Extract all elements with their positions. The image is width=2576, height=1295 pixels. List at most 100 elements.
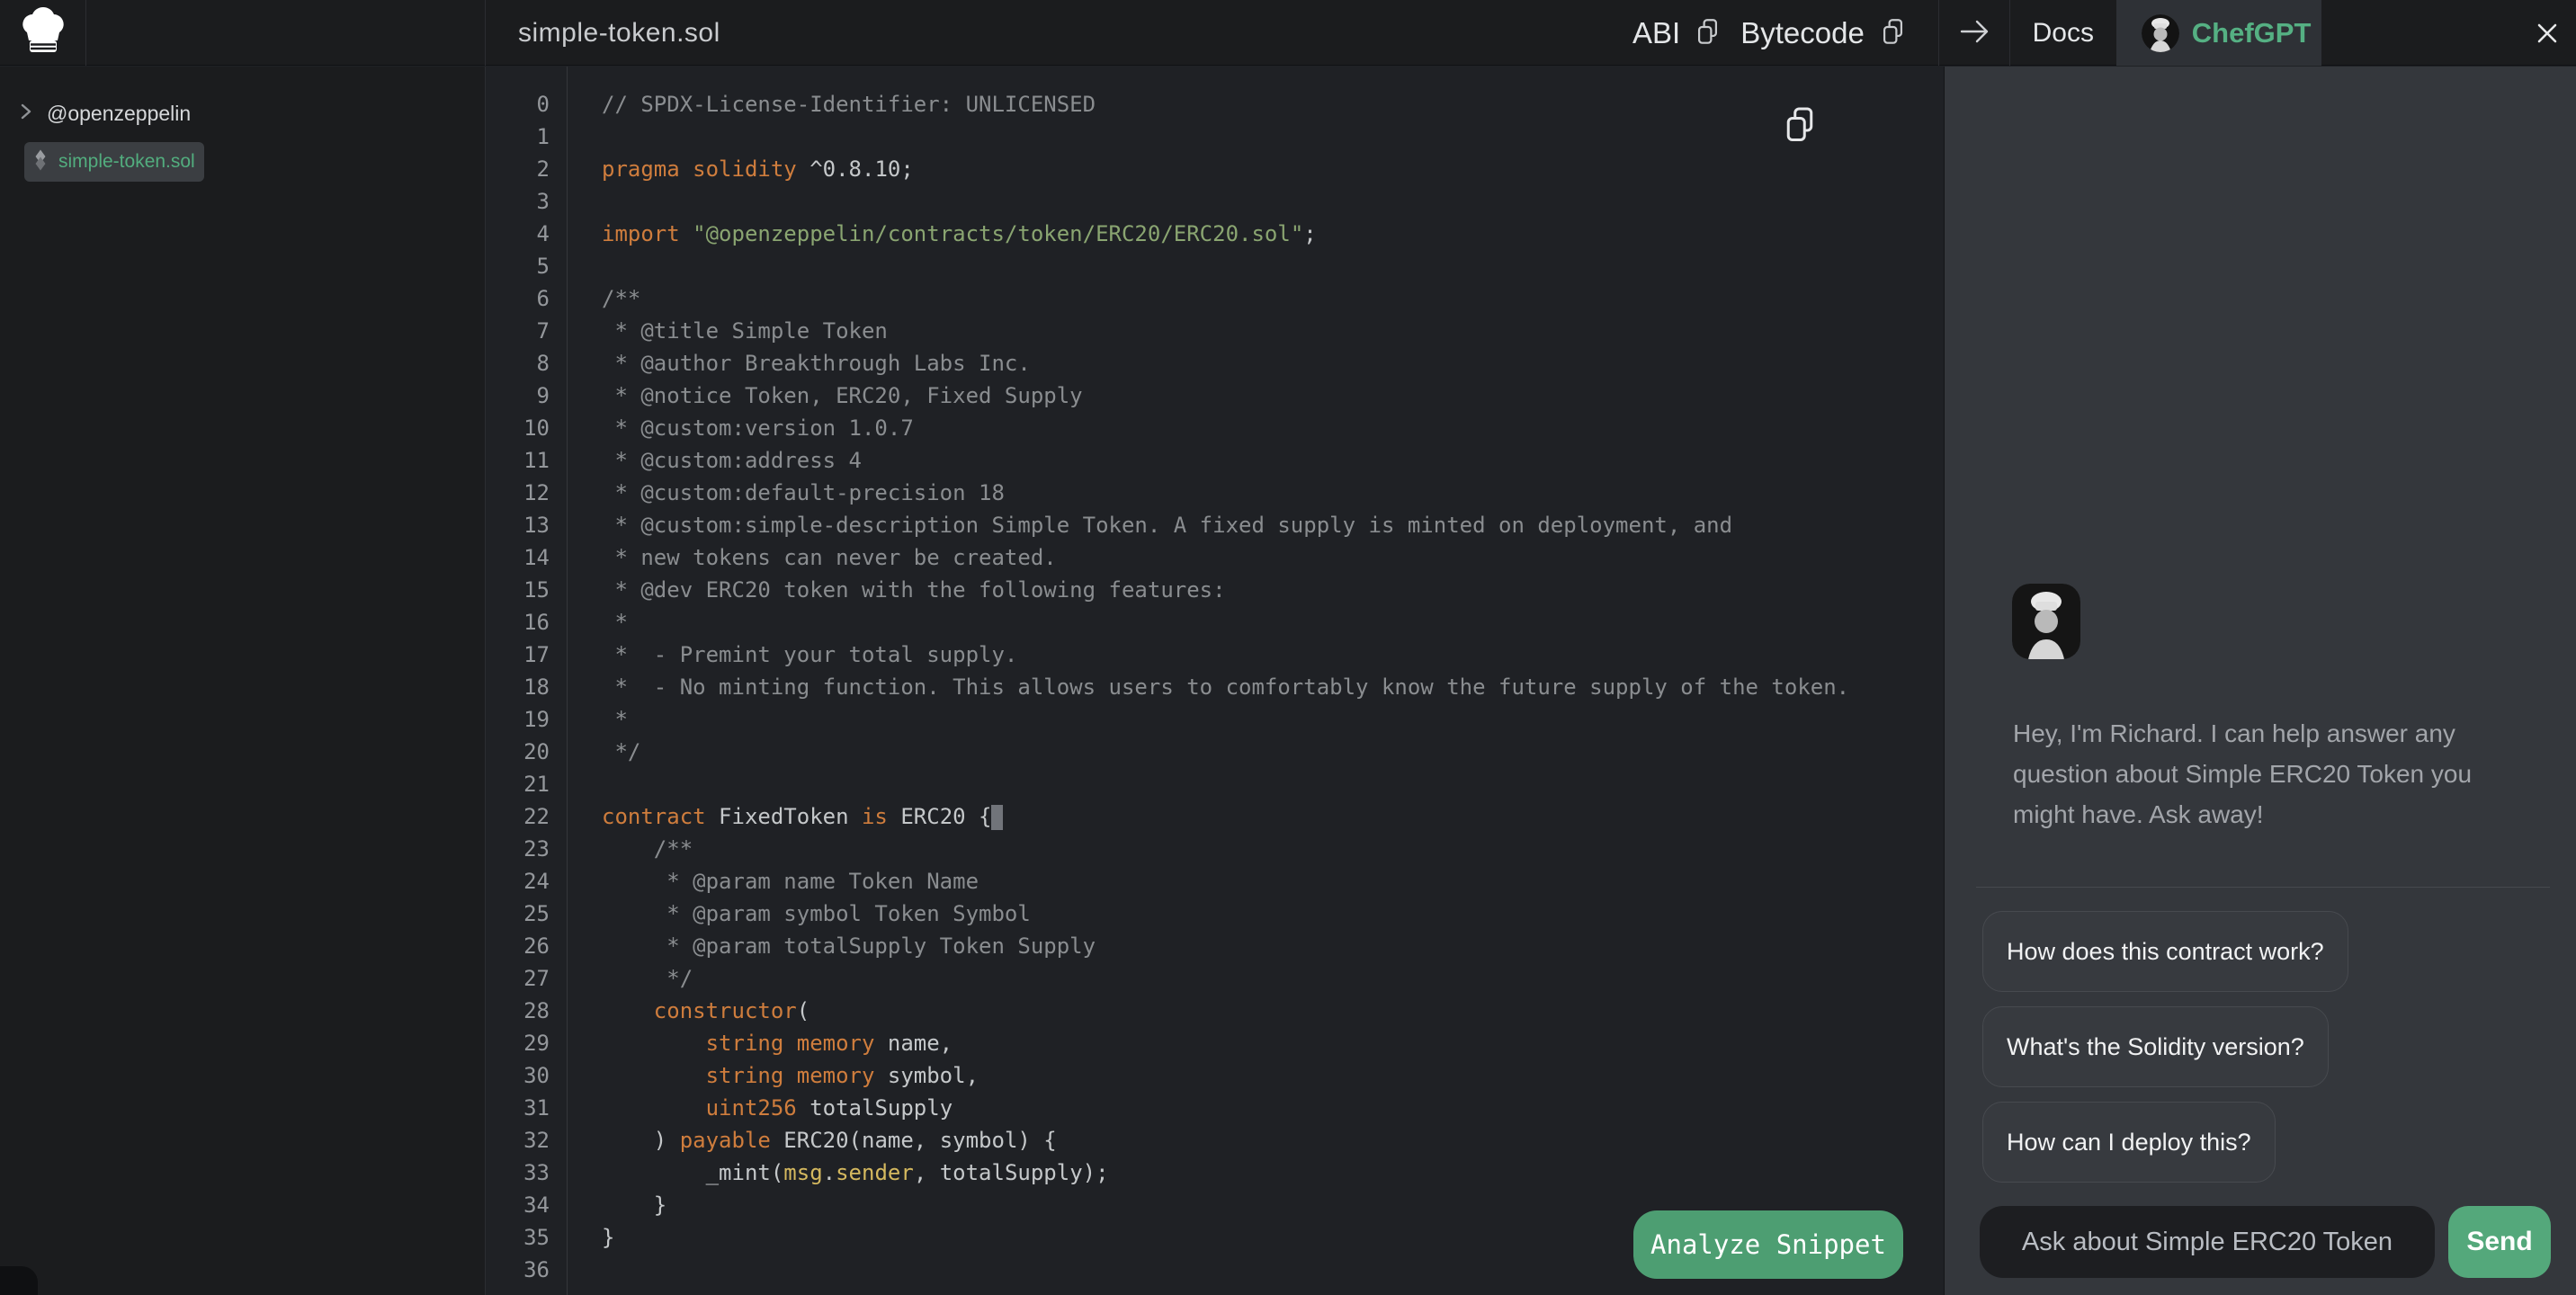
- divider: [1938, 0, 1939, 66]
- suggestion-chip[interactable]: What's the Solidity version?: [1982, 1006, 2329, 1087]
- code-line[interactable]: 27 */: [487, 962, 1944, 995]
- app-logo[interactable]: [0, 0, 86, 66]
- richard-avatar: [2012, 584, 2080, 659]
- line-number: 10: [487, 415, 550, 441]
- folder-label: @openzeppelin: [47, 102, 191, 126]
- text-cursor: [991, 805, 1003, 830]
- arrow-right-icon: [1957, 14, 1991, 51]
- line-number: 36: [487, 1257, 550, 1282]
- line-number: 14: [487, 545, 550, 570]
- analyze-snippet-button[interactable]: Analyze Snippet: [1633, 1210, 1903, 1279]
- code-line[interactable]: 14 * new tokens can never be created.: [487, 541, 1944, 574]
- code-line[interactable]: 22contract FixedToken is ERC20 {: [487, 800, 1944, 833]
- code-line[interactable]: 6/**: [487, 282, 1944, 315]
- suggestion-chip[interactable]: How does this contract work?: [1982, 911, 2348, 992]
- file-label: simple-token.sol: [58, 151, 195, 173]
- code-line[interactable]: 23 /**: [487, 833, 1944, 865]
- sidebar-item-openzeppelin[interactable]: @openzeppelin: [18, 96, 191, 130]
- line-number: 8: [487, 351, 550, 376]
- tab-docs[interactable]: Docs: [2010, 0, 2116, 66]
- code-line[interactable]: 25 * @param symbol Token Symbol: [487, 898, 1944, 930]
- code-line[interactable]: 33 _mint(msg.sender, totalSupply);: [487, 1157, 1944, 1189]
- code-line[interactable]: 1: [487, 121, 1944, 153]
- code-line[interactable]: 8 * @author Breakthrough Labs Inc.: [487, 347, 1944, 380]
- chat-input-row: Send: [1945, 1206, 2576, 1278]
- line-number: 9: [487, 383, 550, 408]
- code-line[interactable]: 5: [487, 250, 1944, 282]
- code-line[interactable]: 7 * @title Simple Token: [487, 315, 1944, 347]
- solidity-file-icon: [30, 147, 51, 178]
- line-number: 28: [487, 998, 550, 1023]
- tab-chefgpt[interactable]: ChefGPT: [2116, 0, 2321, 66]
- chevron-right-icon: [18, 102, 34, 126]
- line-number: 29: [487, 1031, 550, 1056]
- code-line[interactable]: 26 * @param totalSupply Token Supply: [487, 930, 1944, 962]
- open-panel-button[interactable]: [1957, 14, 1991, 51]
- line-number: 24: [487, 869, 550, 894]
- line-number: 12: [487, 480, 550, 505]
- chef-hat-icon: [15, 6, 71, 59]
- code-line[interactable]: 0// SPDX-License-Identifier: UNLICENSED: [487, 88, 1944, 121]
- line-number: 0: [487, 92, 550, 117]
- top-bar: simple-token.sol ABI Bytecode: [0, 0, 2576, 66]
- code-line[interactable]: 29 string memory name,: [487, 1027, 1944, 1059]
- code-line[interactable]: 16 *: [487, 606, 1944, 639]
- code-line[interactable]: 10 * @custom:version 1.0.7: [487, 412, 1944, 444]
- file-explorer: @openzeppelin simple-token.sol: [0, 67, 486, 1295]
- app-window: simple-token.sol ABI Bytecode: [0, 0, 2576, 1295]
- chef-avatar-icon: [2142, 14, 2179, 52]
- code-line[interactable]: 20 */: [487, 736, 1944, 768]
- line-number: 15: [487, 577, 550, 603]
- code-line[interactable]: 2pragma solidity ^0.8.10;: [487, 153, 1944, 185]
- sidebar-item-simple-token[interactable]: simple-token.sol: [24, 142, 204, 182]
- bytecode-label[interactable]: Bytecode: [1740, 16, 1865, 50]
- code-line[interactable]: 9 * @notice Token, ERC20, Fixed Supply: [487, 380, 1944, 412]
- close-icon[interactable]: [2535, 21, 2560, 46]
- line-number: 2: [487, 156, 550, 182]
- copy-bytecode-button[interactable]: [1881, 18, 1905, 49]
- code-line[interactable]: 28 constructor(: [487, 995, 1944, 1027]
- top-bar-actions: ABI Bytecode: [1610, 0, 2576, 66]
- line-number: 23: [487, 836, 550, 862]
- code-line[interactable]: 31 uint256 totalSupply: [487, 1092, 1944, 1124]
- line-number: 6: [487, 286, 550, 311]
- code-line[interactable]: 11 * @custom:address 4: [487, 444, 1944, 477]
- docs-tab-label: Docs: [2033, 18, 2094, 49]
- code-line[interactable]: 17 * - Premint your total supply.: [487, 639, 1944, 671]
- copy-code-button[interactable]: [1775, 101, 1825, 151]
- line-number: 18: [487, 674, 550, 700]
- page-title: simple-token.sol: [518, 0, 720, 66]
- line-number: 32: [487, 1128, 550, 1153]
- code-line[interactable]: 15 * @dev ERC20 token with the following…: [487, 574, 1944, 606]
- code-lines: 0// SPDX-License-Identifier: UNLICENSED1…: [487, 88, 1944, 1286]
- copy-icon: [1695, 18, 1720, 49]
- line-number: 33: [487, 1160, 550, 1185]
- code-line[interactable]: 32 ) payable ERC20(name, symbol) {: [487, 1124, 1944, 1157]
- line-number: 31: [487, 1095, 550, 1121]
- copy-icon: [1881, 18, 1905, 49]
- code-line[interactable]: 30 string memory symbol,: [487, 1059, 1944, 1092]
- code-line[interactable]: 4import "@openzeppelin/contracts/token/E…: [487, 218, 1944, 250]
- line-number: 7: [487, 318, 550, 344]
- line-number: 35: [487, 1225, 550, 1250]
- abi-label[interactable]: ABI: [1632, 16, 1680, 50]
- code-line[interactable]: 19 *: [487, 703, 1944, 736]
- code-line[interactable]: 18 * - No minting function. This allows …: [487, 671, 1944, 703]
- code-line[interactable]: 3: [487, 185, 1944, 218]
- chefgpt-tab-label: ChefGPT: [2192, 17, 2312, 49]
- suggestion-chip[interactable]: How can I deploy this?: [1982, 1102, 2276, 1183]
- line-number: 27: [487, 966, 550, 991]
- copy-abi-button[interactable]: [1695, 18, 1720, 49]
- line-number: 26: [487, 933, 550, 959]
- code-line[interactable]: 21: [487, 768, 1944, 800]
- code-line[interactable]: 24 * @param name Token Name: [487, 865, 1944, 898]
- panel-divider: [1976, 887, 2550, 888]
- send-button[interactable]: Send: [2448, 1206, 2551, 1278]
- code-line[interactable]: 12 * @custom:default-precision 18: [487, 477, 1944, 509]
- code-editor[interactable]: 0// SPDX-License-Identifier: UNLICENSED1…: [487, 67, 1944, 1295]
- line-number: 30: [487, 1063, 550, 1088]
- code-line[interactable]: 13 * @custom:simple-description Simple T…: [487, 509, 1944, 541]
- line-number: 3: [487, 189, 550, 214]
- chat-input[interactable]: [1980, 1206, 2435, 1278]
- line-number: 21: [487, 772, 550, 797]
